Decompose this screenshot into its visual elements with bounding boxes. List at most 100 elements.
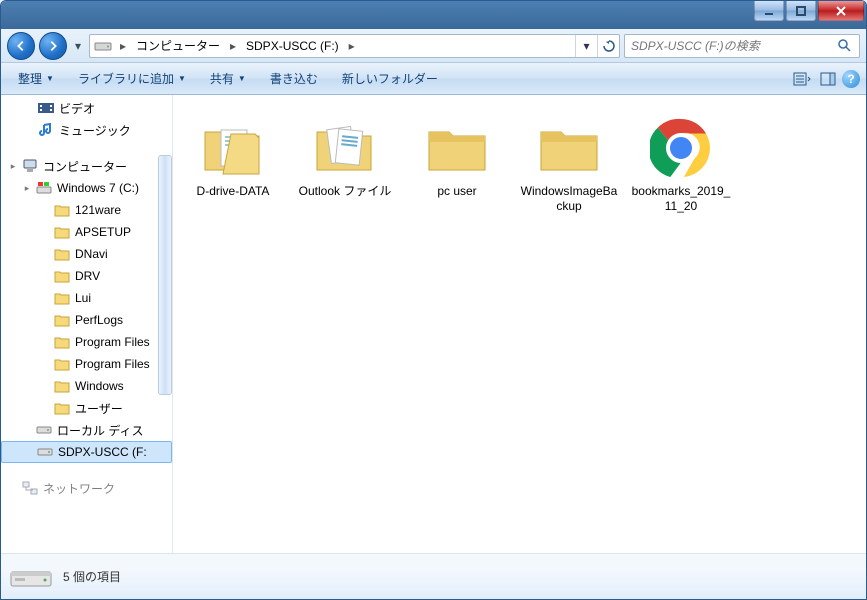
share-button[interactable]: 共有▼ [199, 65, 257, 92]
tree-label: ローカル ディス [57, 422, 144, 439]
share-label: 共有 [210, 70, 234, 87]
status-text: 5 個の項目 [63, 568, 121, 585]
folder-icon [53, 202, 71, 218]
folder-icon [53, 246, 71, 262]
drive-icon [94, 37, 112, 55]
file-item-label: D-drive-DATA [197, 184, 270, 199]
burn-label: 書き込む [270, 70, 318, 87]
explorer-body: ビデオ ミュージック ▸コンピューター ▸Windows 7 (C:) 121w… [1, 95, 866, 553]
file-item[interactable]: bookmarks_2019_11_20 [625, 111, 737, 219]
folder-icon [53, 224, 71, 240]
breadcrumb-arrow-1[interactable]: ▸ [226, 39, 240, 53]
tree-folder-item[interactable]: ユーザー [1, 397, 172, 419]
nav-history-dropdown[interactable]: ▾ [71, 32, 85, 60]
breadcrumb-computer[interactable]: コンピューター [130, 35, 226, 57]
file-item-label: pc user [437, 184, 476, 199]
folder-icon [53, 378, 71, 394]
preview-pane-button[interactable] [816, 67, 840, 91]
breadcrumb-root-arrow[interactable]: ▸ [116, 39, 130, 53]
tree-label: Lui [75, 291, 91, 305]
file-item-label: Outlook ファイル [299, 184, 392, 199]
tree-folder-item[interactable]: Lui [1, 287, 172, 309]
file-item[interactable]: D-drive-DATA [177, 111, 289, 219]
tree-label: APSETUP [75, 225, 131, 239]
explorer-window: ▾ ▸ コンピューター ▸ SDPX-USCC (F:) ▸ ▾ 整理▼ ライブ… [0, 0, 867, 600]
tree-label: ネットワーク [43, 480, 115, 497]
tree-folder-item[interactable]: APSETUP [1, 221, 172, 243]
address-dropdown[interactable]: ▾ [575, 35, 597, 57]
music-icon [37, 122, 55, 138]
view-options-button[interactable] [790, 67, 814, 91]
library-label: ライブラリに追加 [78, 70, 174, 87]
tree-network[interactable]: ネットワーク [1, 477, 172, 499]
close-button[interactable] [818, 1, 864, 21]
file-item-label: bookmarks_2019_11_20 [630, 184, 732, 214]
file-item-label: WindowsImageBackup [518, 184, 620, 214]
windows-drive-icon [35, 180, 53, 196]
refresh-button[interactable] [597, 35, 619, 57]
new-folder-button[interactable]: 新しいフォルダー [331, 65, 449, 92]
disk-icon [36, 444, 54, 460]
organize-button[interactable]: 整理▼ [7, 65, 65, 92]
tree-sdpx-drive[interactable]: SDPX-USCC (F: [1, 441, 172, 463]
folder-icon [53, 356, 71, 372]
tree-label: DNavi [75, 247, 108, 261]
tree-folder-item[interactable]: Windows [1, 375, 172, 397]
tree-folder-item[interactable]: PerfLogs [1, 309, 172, 331]
tree-folder-item[interactable]: DRV [1, 265, 172, 287]
folder-icon [533, 116, 605, 180]
drive-large-icon [9, 559, 53, 595]
file-item[interactable]: Outlook ファイル [289, 111, 401, 219]
minimize-button[interactable] [754, 1, 784, 21]
search-input[interactable] [631, 39, 837, 53]
folder-icon [53, 400, 71, 416]
video-icon [37, 100, 55, 116]
tree-label: ビデオ [59, 100, 95, 117]
organize-label: 整理 [18, 70, 42, 87]
tree-label: SDPX-USCC (F: [58, 445, 147, 459]
tree-computer[interactable]: ▸コンピューター [1, 155, 172, 177]
tree-folder-item[interactable]: Program Files [1, 331, 172, 353]
burn-button[interactable]: 書き込む [259, 65, 329, 92]
tree-label: Program Files [75, 335, 150, 349]
folder-icon [421, 116, 493, 180]
tree-videos[interactable]: ビデオ [1, 97, 172, 119]
status-bar: 5 個の項目 [1, 553, 866, 599]
titlebar [1, 1, 866, 29]
maximize-button[interactable] [786, 1, 816, 21]
tree-win7-c[interactable]: ▸Windows 7 (C:) [1, 177, 172, 199]
newfolder-label: 新しいフォルダー [342, 70, 438, 87]
folder-icon [53, 268, 71, 284]
search-box[interactable] [624, 34, 860, 58]
tree-scrollbar-thumb[interactable] [158, 155, 172, 395]
tree-local-disk[interactable]: ローカル ディス [1, 419, 172, 441]
tree-label: DRV [75, 269, 100, 283]
tree-label: ミュージック [59, 122, 131, 139]
tree-folder-item[interactable]: Program Files [1, 353, 172, 375]
nav-tree[interactable]: ビデオ ミュージック ▸コンピューター ▸Windows 7 (C:) 121w… [1, 95, 173, 553]
forward-button[interactable] [39, 32, 67, 60]
tree-label: Windows [75, 379, 124, 393]
search-icon[interactable] [837, 38, 853, 54]
tree-label: ユーザー [75, 400, 123, 417]
tree-folder-item[interactable]: 121ware [1, 199, 172, 221]
breadcrumb-drive[interactable]: SDPX-USCC (F:) [240, 35, 345, 57]
tree-folder-item[interactable]: DNavi [1, 243, 172, 265]
network-icon [21, 480, 39, 496]
file-list[interactable]: D-drive-DATA Outlook ファイル pc user WindowsIm… [173, 95, 866, 553]
back-button[interactable] [7, 32, 35, 60]
folder-icon [197, 116, 269, 180]
folder-icon [53, 290, 71, 306]
address-bar[interactable]: ▸ コンピューター ▸ SDPX-USCC (F:) ▸ ▾ [89, 34, 620, 58]
tree-label: コンピューター [43, 158, 127, 175]
help-button[interactable]: ? [842, 70, 860, 88]
folder-icon [53, 312, 71, 328]
folder-icon [53, 334, 71, 350]
file-item[interactable]: pc user [401, 111, 513, 219]
add-to-library-button[interactable]: ライブラリに追加▼ [67, 65, 197, 92]
tree-music[interactable]: ミュージック [1, 119, 172, 141]
file-item[interactable]: WindowsImageBackup [513, 111, 625, 219]
breadcrumb-arrow-2[interactable]: ▸ [345, 39, 359, 53]
tree-label: PerfLogs [75, 313, 123, 327]
tree-label: Windows 7 (C:) [57, 181, 139, 195]
